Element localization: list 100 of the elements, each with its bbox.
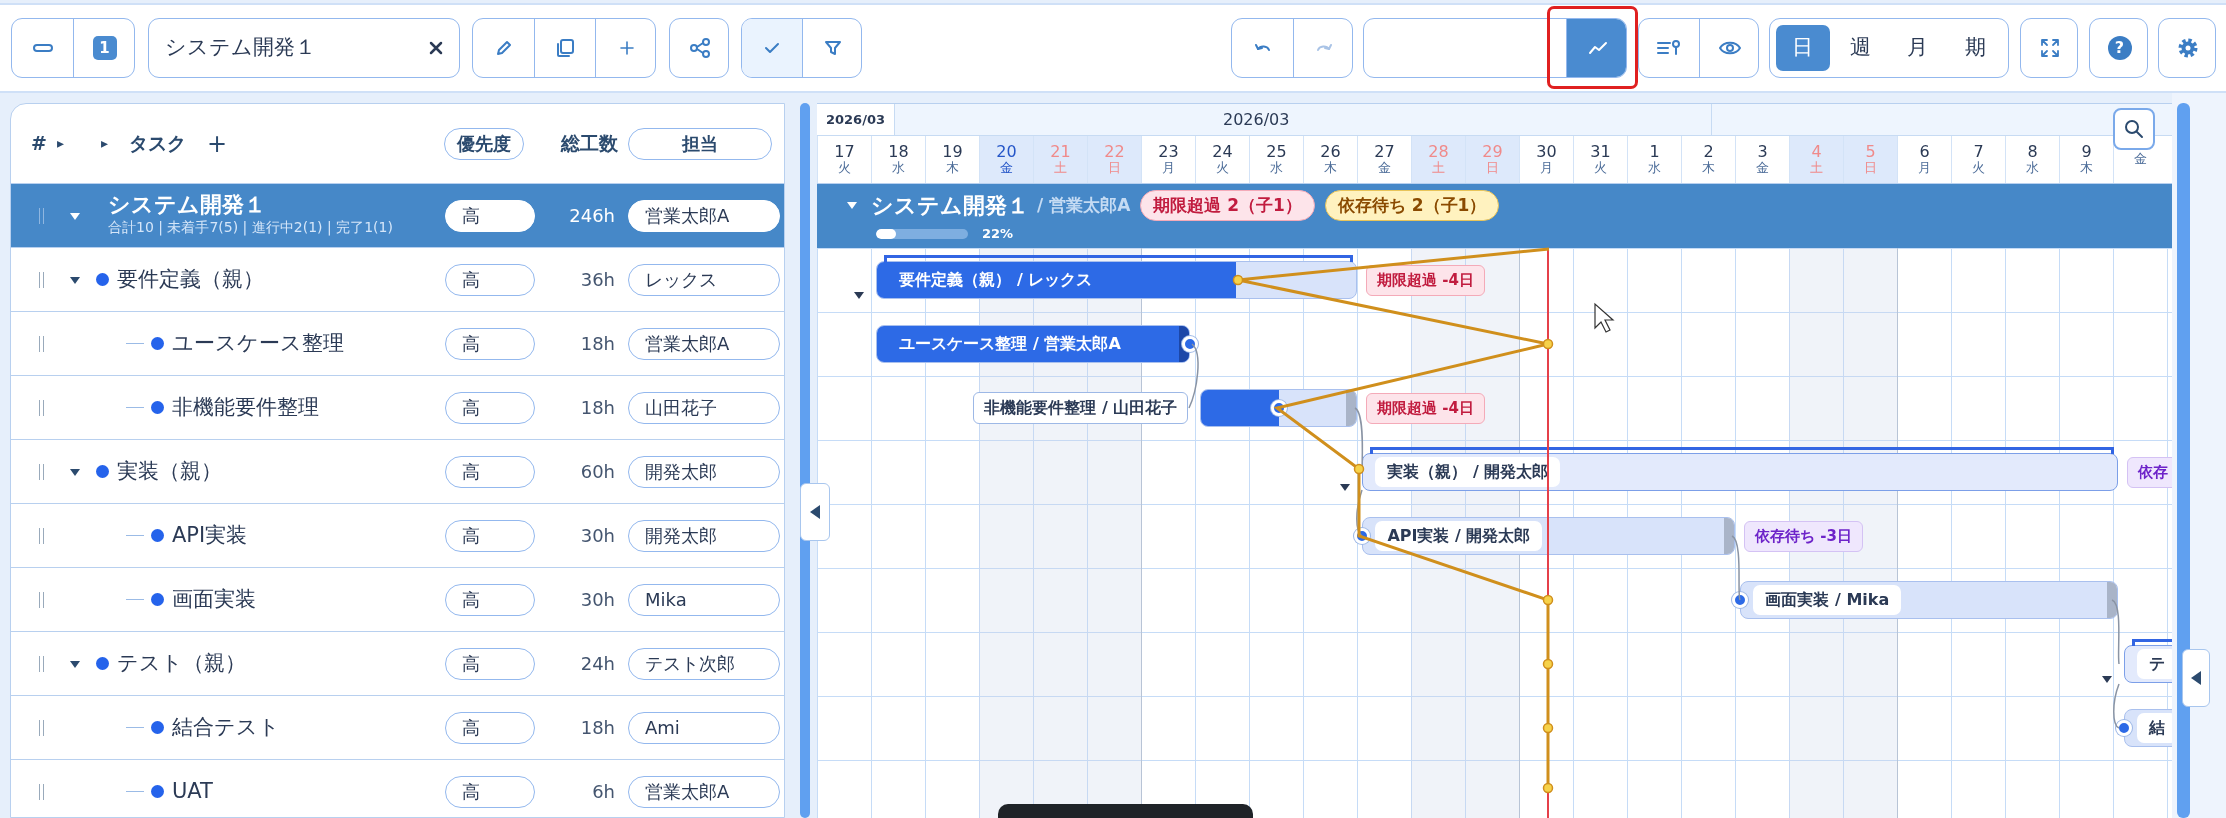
drag-handle[interactable] [39,463,44,480]
collapse-toggle-icon[interactable] [1338,481,1353,493]
drag-handle[interactable] [39,335,44,352]
chart-button[interactable] [1566,19,1626,77]
priority-field[interactable]: 高 [445,391,535,424]
assignee-field[interactable]: Mika [628,583,780,616]
assignee-field[interactable]: 営業太郎A [628,199,780,232]
search-button[interactable] [2113,108,2155,150]
effort-value: 6h [591,780,615,804]
view-mode-tab[interactable]: 期 [1948,25,2002,71]
level-badge: 1 [92,36,117,60]
task-bar[interactable]: 要件定義（親） / レックス [876,261,1357,299]
collapse-toggle-icon[interactable] [852,289,867,301]
level-button[interactable]: 1 [73,19,134,77]
effort-value: 18h [579,396,615,420]
priority-field[interactable]: 高 [445,327,535,360]
project-field[interactable]: システム開発１ [148,18,460,78]
resize-handle[interactable] [1724,518,1734,554]
collapse-panel-button[interactable] [800,483,830,541]
task-bar[interactable]: API実装 / 開発太郎 [1362,517,1735,555]
scrollbar-thumb[interactable] [2177,103,2190,818]
drag-handle[interactable] [39,783,44,800]
project-name[interactable]: システム開発１ [165,32,429,64]
bar-label: ユースケース整理 / 営業太郎A [898,333,1121,355]
assignee-field[interactable]: 開発太郎 [628,455,780,488]
task-bar[interactable]: 結 [2123,709,2172,747]
task-name: 要件定義（親） [117,265,264,293]
drag-handle[interactable] [39,591,44,608]
status-dot [96,465,109,478]
search-icon [2124,119,2144,139]
drag-handle[interactable] [39,207,44,224]
bar-label: 要件定義（親） / レックス [898,269,1093,291]
collapse-panel-button[interactable] [2182,649,2210,707]
assignee-field[interactable]: 開発太郎 [628,519,780,552]
drag-handle[interactable] [39,527,44,544]
drag-handle[interactable] [39,719,44,736]
assignee-field[interactable]: テスト次郎 [628,647,780,680]
date-column-header: 6 月 [1897,136,1951,183]
task-bar[interactable] [1200,389,1357,427]
add-task-button[interactable]: + [207,125,228,162]
assignee-field[interactable]: レックス [628,263,780,296]
date-column-header: 2 木 [1681,136,1735,183]
help-button[interactable]: ? [2090,19,2147,77]
check-button[interactable] [742,19,802,77]
summary-assignee: / 営業太郎A [1037,193,1131,217]
drag-handle[interactable] [39,271,44,288]
priority-field[interactable]: 高 [445,263,535,296]
priority-field[interactable]: 高 [445,519,535,552]
assignee-sort-button[interactable]: 担当 [628,127,772,160]
assignee-field[interactable]: 営業太郎A [628,327,780,360]
priority-field[interactable]: 高 [445,775,535,808]
connector-handle[interactable] [1732,592,1749,608]
drag-handle[interactable] [39,399,44,416]
collapse-toggle-icon[interactable] [2099,673,2114,685]
date-column-header: 4 土 [1789,136,1843,183]
expand-level-toggle[interactable]: ▸ [101,133,129,154]
date-column-header: 28 土 [1411,136,1465,183]
status-tag: 期限超過 -4日 [1366,393,1485,424]
task-bar[interactable]: ユースケース整理 / 営業太郎A [876,325,1190,363]
bar-label: 非機能要件整理 / 山田花子 [973,392,1189,424]
tree-connector [126,599,144,600]
scrollbar-thumb[interactable] [800,103,810,818]
expand-all-toggle[interactable]: ▸ [57,133,101,154]
assignee-field[interactable]: 営業太郎A [628,775,780,808]
task-bar[interactable]: 画面実装 / Mika [1740,581,2119,619]
task-bar[interactable]: テ [2123,645,2172,683]
assignee-field[interactable]: Ami [628,711,780,744]
share-icon [689,37,711,59]
tree-connector [126,727,144,728]
list-key-icon [1656,39,1682,57]
resize-handle[interactable] [2107,582,2118,618]
date-column-header: 21 土 [1033,136,1087,183]
bar-label: 結 [2136,713,2172,743]
effort-value: 30h [579,524,615,548]
date-column-header: 29 日 [1465,136,1519,183]
project-summary: 合計10 | 未着手7(5) | 進行中2(1) | 完了1(1) [108,218,393,238]
view-mode-tab[interactable]: 週 [1833,25,1887,71]
priority-field[interactable]: 高 [445,647,535,680]
assignee-field[interactable]: 山田花子 [628,391,780,424]
connector-handle[interactable] [2115,720,2132,736]
eye-icon [1718,40,1742,56]
month-label: 2026/03 [1223,108,1290,131]
drag-handle[interactable] [39,655,44,672]
trend-line-icon [1587,41,1608,55]
copy-icon [554,37,576,59]
priority-field[interactable]: 高 [445,455,535,488]
priority-field[interactable]: 高 [445,711,535,744]
resize-handle[interactable] [1346,390,1356,426]
task-name: テスト（親） [117,649,246,677]
dependency-line [1731,535,1741,601]
priority-field[interactable]: 高 [445,583,535,616]
task-name: 非機能要件整理 [172,393,319,421]
tree-connector [126,343,144,344]
close-icon[interactable] [429,41,443,55]
task-bar[interactable]: 実装（親） / 開発太郎 [1362,453,2119,491]
bar-label: 実装（親） / 開発太郎 [1375,457,1561,487]
priority-sort-button[interactable]: 優先度 [444,127,524,160]
priority-field[interactable]: 高 [445,199,535,232]
view-mode-tab[interactable]: 月 [1891,25,1945,71]
view-mode-tab[interactable]: 日 [1776,25,1830,71]
